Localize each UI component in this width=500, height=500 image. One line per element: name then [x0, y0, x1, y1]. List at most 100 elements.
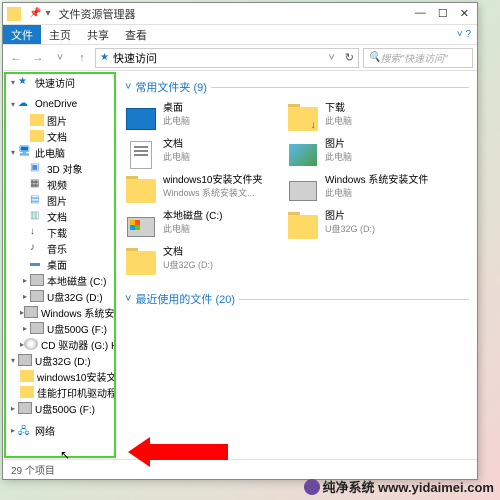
tab-share[interactable]: 共享 — [79, 25, 117, 44]
content-pane[interactable]: ˅ 常用文件夹 (9) 桌面此电脑下载此电脑文档此电脑图片此电脑 windows1… — [117, 71, 477, 459]
folder-path: 此电脑 — [325, 115, 352, 127]
explorer-window: 📌 ▾ 文件资源管理器 — ☐ ✕ 文件 主页 共享 查看 ˅ ? ← → ˅ … — [2, 2, 478, 480]
tree-item[interactable]: ▾★快速访问 — [6, 74, 114, 90]
tree-label: 本地磁盘 (C:) — [47, 273, 106, 288]
maximize-button[interactable]: ☐ — [438, 7, 448, 20]
pic-icon: ▤ — [30, 194, 44, 206]
twisty-icon[interactable]: ▸ — [20, 324, 30, 333]
folder-icon — [30, 130, 44, 142]
tree-item[interactable]: ▸U盘32G (D:) — [6, 288, 114, 304]
ribbon-expand-icon[interactable]: ˅ ? — [451, 29, 477, 40]
search-icon: 🔍 — [368, 52, 380, 63]
twisty-icon[interactable]: ▸ — [8, 426, 18, 435]
tree-item[interactable]: ▾ U盘32G (D:) — [6, 352, 114, 368]
status-bar: 29 个项目 — [3, 459, 477, 479]
twisty-icon[interactable]: ▸ — [20, 292, 30, 301]
folder-item[interactable]: 文档U盘32G (D:) — [125, 247, 275, 279]
forward-button[interactable]: → — [29, 49, 47, 67]
desk-icon: ▬ — [30, 258, 44, 270]
usb-icon — [18, 354, 32, 366]
folder-item[interactable]: 本地磁盘 (C:)此电脑 — [125, 211, 275, 243]
back-button[interactable]: ← — [7, 49, 25, 67]
section-recent[interactable]: ˅ 最近使用的文件 (20) — [125, 287, 469, 311]
recent-dropdown-icon[interactable]: ˅ — [51, 49, 69, 67]
tree-item[interactable]: ▸CD 驱动器 (G:) HiS — [6, 336, 114, 352]
tree-item[interactable]: ↓下载 — [6, 224, 114, 240]
folder-item[interactable]: 图片U盘32G (D:) — [287, 211, 437, 243]
refresh-button[interactable]: ↻ — [345, 51, 354, 64]
folder-item[interactable]: 图片此电脑 — [287, 139, 437, 171]
tree-label: windows10安装文 — [37, 369, 114, 384]
tree-item[interactable]: ▸🖧网络 — [6, 422, 114, 438]
folder-icon — [287, 211, 319, 243]
twisty-icon[interactable]: ▾ — [8, 148, 18, 157]
tree-label: 3D 对象 — [47, 161, 83, 176]
folder-icon — [20, 386, 34, 398]
tree-item[interactable]: 文档 — [6, 128, 114, 144]
folder-item[interactable]: windows10安装文件夹Windows 系统安装文... — [125, 175, 275, 207]
tree-label: 网络 — [35, 423, 55, 438]
search-input[interactable]: 🔍 搜索"快速访问" — [363, 48, 473, 68]
collapse-icon[interactable]: ˅ — [125, 81, 131, 93]
tree-item[interactable]: ▾🖥此电脑 — [6, 144, 114, 160]
window-title: 文件资源管理器 — [58, 6, 135, 22]
tree-label: U盘32G (D:) — [35, 353, 91, 368]
folder-item[interactable]: Windows 系统安装文件此电脑 — [287, 175, 437, 207]
tree-item[interactable]: 图片 — [6, 112, 114, 128]
tree-item[interactable]: ▤图片 — [6, 192, 114, 208]
desk-icon — [125, 103, 157, 135]
tree-label: U盘500G (F:) — [35, 401, 95, 416]
folder-item[interactable]: 桌面此电脑 — [125, 103, 275, 135]
tree-label: 图片 — [47, 113, 67, 128]
twisty-icon[interactable]: ▸ — [8, 404, 18, 413]
folder-item[interactable]: 文档此电脑 — [125, 139, 275, 171]
tree-label: 文档 — [47, 209, 67, 224]
tree-item[interactable]: ♪音乐 — [6, 240, 114, 256]
twisty-icon[interactable]: ▾ — [8, 100, 18, 109]
ribbon-tabs: 文件 主页 共享 查看 ˅ ? — [3, 25, 477, 45]
tree-item[interactable]: ▦视频 — [6, 176, 114, 192]
tree-item[interactable]: ▬桌面 — [6, 256, 114, 272]
folder-grid: 桌面此电脑下载此电脑文档此电脑图片此电脑 windows10安装文件夹Window… — [125, 99, 469, 287]
tree-item[interactable]: ▾☁OneDrive — [6, 96, 114, 112]
app-icon — [7, 7, 21, 21]
close-button[interactable]: ✕ — [460, 7, 469, 20]
net-icon: 🖧 — [18, 424, 32, 436]
qat-dropdown-icon[interactable]: ▾ — [45, 8, 50, 19]
pic-icon — [287, 139, 319, 171]
tree-label: 佳能打印机驱动程 — [37, 385, 114, 400]
section-frequent[interactable]: ˅ 常用文件夹 (9) — [125, 75, 469, 99]
tree-label: 文档 — [47, 129, 67, 144]
breadcrumb-dd-icon[interactable]: ˅ — [328, 52, 334, 64]
tree-item[interactable]: ▥文档 — [6, 208, 114, 224]
tab-view[interactable]: 查看 — [117, 25, 155, 44]
minimize-button[interactable]: — — [415, 7, 426, 20]
tree-item[interactable]: ▸Windows 系统安 — [6, 304, 114, 320]
breadcrumb[interactable]: 快速访问 — [113, 50, 157, 66]
folder-path: 此电脑 — [163, 223, 222, 235]
tree-item[interactable]: 佳能打印机驱动程 — [6, 384, 114, 400]
tree-item[interactable]: ▸ U盘500G (F:) — [6, 320, 114, 336]
tab-home[interactable]: 主页 — [41, 25, 79, 44]
tree-label: U盘500G (F:) — [47, 321, 107, 336]
tree-item[interactable]: windows10安装文 — [6, 368, 114, 384]
folder-name: 本地磁盘 (C:) — [163, 211, 222, 223]
up-button[interactable]: ↑ — [73, 49, 91, 67]
qat-pin-icon[interactable]: 📌 — [29, 8, 41, 19]
tree-item[interactable]: ▸ U盘500G (F:) — [6, 400, 114, 416]
twisty-icon[interactable]: ▾ — [8, 78, 18, 87]
tree-label: CD 驱动器 (G:) HiS — [41, 337, 114, 352]
twisty-icon[interactable]: ▾ — [8, 356, 18, 365]
tab-file[interactable]: 文件 — [3, 25, 41, 44]
nav-tree[interactable]: ▾★快速访问▾☁OneDrive图片文档▾🖥此电脑▣3D 对象▦视频▤图片▥文档… — [4, 72, 116, 458]
collapse-icon[interactable]: ˅ — [125, 293, 131, 305]
nav-bar: ← → ˅ ↑ ★ 快速访问 ˅ ↻ 🔍 搜索"快速访问" — [3, 45, 477, 71]
tree-item[interactable]: ▸ 本地磁盘 (C:) — [6, 272, 114, 288]
folder-name: Windows 系统安装文件 — [325, 175, 428, 187]
twisty-icon[interactable]: ▸ — [20, 276, 30, 285]
folder-item[interactable]: 下载此电脑 — [287, 103, 437, 135]
address-bar[interactable]: ★ 快速访问 ˅ ↻ — [95, 48, 359, 68]
folder-icon — [125, 247, 157, 279]
tree-label: Windows 系统安 — [41, 305, 114, 320]
tree-item[interactable]: ▣3D 对象 — [6, 160, 114, 176]
